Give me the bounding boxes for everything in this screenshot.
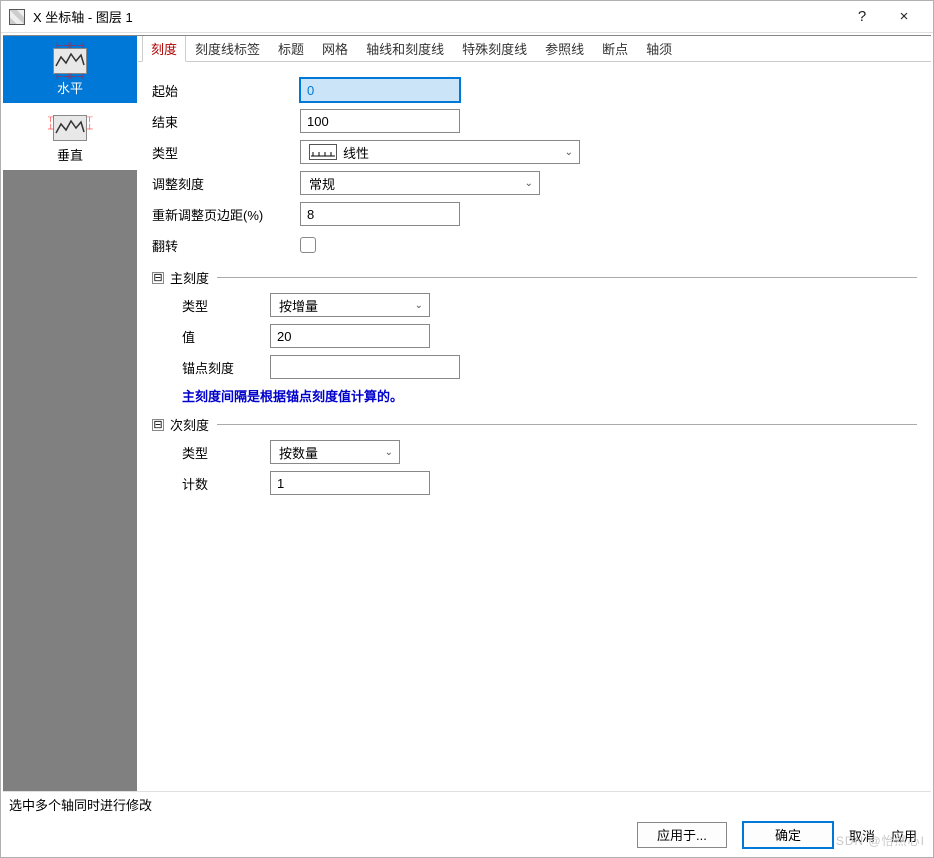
row-adjust: 调整刻度 常规 ⌄: [152, 170, 917, 196]
sidebar-item-horizontal[interactable]: ⊢⊣⊢⊣ ⊢⊣⊢⊣ 水平: [3, 36, 137, 103]
type-label: 类型: [152, 143, 300, 162]
chevron-down-icon: ⌄: [565, 147, 573, 158]
dialog-body: ⊢⊣⊢⊣ ⊢⊣⊢⊣ 水平 ⊢⊣ ⊢⊣ 垂直: [3, 35, 931, 855]
major-anchor-label: 锚点刻度: [152, 358, 270, 377]
tab-special[interactable]: 特殊刻度线: [453, 36, 536, 61]
section-minor: ⊟ 次刻度: [152, 415, 917, 434]
minor-count-input[interactable]: [270, 471, 430, 495]
row-start: 起始: [152, 77, 917, 103]
adjust-label: 调整刻度: [152, 174, 300, 193]
help-button[interactable]: ?: [841, 3, 883, 31]
chevron-down-icon: ⌄: [415, 300, 423, 311]
row-flip: 翻转: [152, 232, 917, 258]
adjust-value: 常规: [309, 174, 335, 193]
tab-bar: 刻度 刻度线标签 标题 网格 轴线和刻度线 特殊刻度线 参照线 断点 轴须: [138, 36, 931, 62]
type-value: 线性: [343, 143, 369, 162]
flip-checkbox[interactable]: [300, 237, 316, 253]
tab-rug[interactable]: 轴须: [637, 36, 681, 61]
flip-label: 翻转: [152, 236, 300, 255]
upper-area: ⊢⊣⊢⊣ ⊢⊣⊢⊣ 水平 ⊢⊣ ⊢⊣ 垂直: [3, 36, 931, 791]
major-section-title: 主刻度: [170, 268, 209, 287]
collapse-minor-button[interactable]: ⊟: [152, 419, 164, 431]
collapse-major-button[interactable]: ⊟: [152, 272, 164, 284]
tab-reference[interactable]: 参照线: [536, 36, 593, 61]
major-value-label: 值: [152, 327, 270, 346]
tab-ticklabels[interactable]: 刻度线标签: [186, 36, 269, 61]
divider: [217, 277, 917, 278]
status-bar: 选中多个轴同时进行修改: [3, 791, 931, 815]
minor-type-label: 类型: [152, 443, 270, 462]
major-type-value: 按增量: [279, 296, 318, 315]
minor-type-select[interactable]: 按数量 ⌄: [270, 440, 400, 464]
apply-button[interactable]: 应用: [891, 826, 917, 845]
app-icon: [9, 9, 25, 25]
major-note: 主刻度间隔是根据锚点刻度值计算的。: [152, 386, 917, 405]
start-label: 起始: [152, 81, 300, 100]
sidebar-item-vertical[interactable]: ⊢⊣ ⊢⊣ 垂直: [3, 103, 137, 170]
margin-input[interactable]: [300, 202, 460, 226]
window-title: X 坐标轴 - 图层 1: [33, 7, 841, 26]
chevron-down-icon: ⌄: [385, 447, 393, 458]
vertical-axis-icon: ⊢⊣ ⊢⊣: [53, 115, 87, 141]
row-major-value: 值: [152, 323, 917, 349]
titlebar: X 坐标轴 - 图层 1 ? ×: [1, 1, 933, 33]
ok-button[interactable]: 确定: [743, 822, 833, 848]
major-anchor-input[interactable]: [270, 355, 460, 379]
footer: 应用于... 确定 取消 应用 SDN @怡然心I: [3, 815, 931, 855]
row-type: 类型 线性 ⌄: [152, 139, 917, 165]
row-major-type: 类型 按增量 ⌄: [152, 292, 917, 318]
apply-to-button[interactable]: 应用于...: [637, 822, 727, 848]
margin-label: 重新调整页边距(%): [152, 205, 300, 224]
horizontal-axis-icon: ⊢⊣⊢⊣ ⊢⊣⊢⊣: [53, 48, 87, 74]
type-select[interactable]: 线性 ⌄: [300, 140, 580, 164]
cancel-button[interactable]: 取消: [849, 826, 875, 845]
dialog-window: X 坐标轴 - 图层 1 ? × ⊢⊣⊢⊣ ⊢⊣⊢⊣ 水平 ⊢⊣: [0, 0, 934, 858]
adjust-select[interactable]: 常规 ⌄: [300, 171, 540, 195]
row-minor-type: 类型 按数量 ⌄: [152, 439, 917, 465]
row-major-anchor: 锚点刻度: [152, 354, 917, 380]
end-label: 结束: [152, 112, 300, 131]
section-major: ⊟ 主刻度: [152, 268, 917, 287]
end-input[interactable]: [300, 109, 460, 133]
row-minor-count: 计数: [152, 470, 917, 496]
tab-axisline[interactable]: 轴线和刻度线: [357, 36, 453, 61]
axis-sidebar: ⊢⊣⊢⊣ ⊢⊣⊢⊣ 水平 ⊢⊣ ⊢⊣ 垂直: [3, 36, 138, 791]
row-end: 结束: [152, 108, 917, 134]
tab-scale[interactable]: 刻度: [142, 36, 186, 62]
minor-type-value: 按数量: [279, 443, 318, 462]
divider: [217, 424, 917, 425]
minor-count-label: 计数: [152, 474, 270, 493]
row-margin: 重新调整页边距(%): [152, 201, 917, 227]
linear-icon: [309, 144, 337, 160]
major-type-select[interactable]: 按增量 ⌄: [270, 293, 430, 317]
close-button[interactable]: ×: [883, 3, 925, 31]
start-input[interactable]: [300, 78, 460, 102]
major-type-label: 类型: [152, 296, 270, 315]
minor-section-title: 次刻度: [170, 415, 209, 434]
tab-title[interactable]: 标题: [269, 36, 313, 61]
chevron-down-icon: ⌄: [525, 178, 533, 189]
tab-break[interactable]: 断点: [593, 36, 637, 61]
form-panel: 起始 结束 类型: [138, 62, 931, 791]
tab-grid[interactable]: 网格: [313, 36, 357, 61]
content-area: 刻度 刻度线标签 标题 网格 轴线和刻度线 特殊刻度线 参照线 断点 轴须 起始: [138, 36, 931, 791]
major-value-input[interactable]: [270, 324, 430, 348]
sidebar-item-label: 垂直: [57, 145, 83, 164]
